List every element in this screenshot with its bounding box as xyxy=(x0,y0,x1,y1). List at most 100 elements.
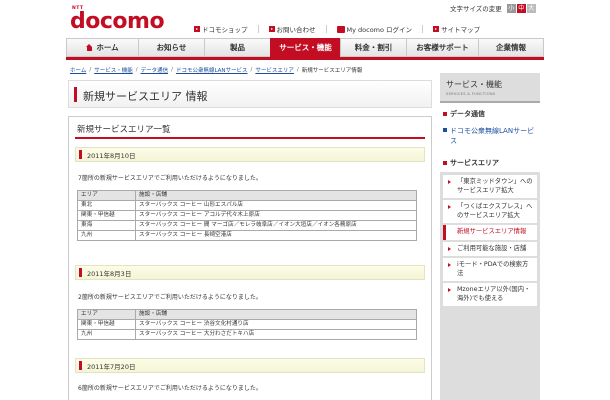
facility-cell: スターバックス コーヒー 間 マーゴ店／モレラ岐阜店／イオン大垣店／イオン各務原… xyxy=(135,220,417,231)
sidebar-section-area[interactable]: サービスエリア xyxy=(440,157,540,169)
font-size-small-button[interactable]: 小 xyxy=(506,3,516,13)
breadcrumb-separator: / xyxy=(296,67,299,73)
nav-tab-products[interactable]: 製品 xyxy=(204,38,270,57)
sidebar-item-label: 新規サービスエリア情報 xyxy=(457,228,527,235)
area-table: エリア 施設・店舗 東北 スターバックス コーヒー 山形エスパル店 関東・甲信越… xyxy=(77,190,417,241)
nav-tab-support[interactable]: お客様サポート xyxy=(406,38,478,57)
divider xyxy=(257,25,259,33)
sidebar-subtitle: SERVICES & FUNCTIONS xyxy=(446,92,496,96)
date-accent xyxy=(79,150,82,159)
facility-cell: スターバックス コーヒー 長崎空港店 xyxy=(135,230,417,241)
section-rule xyxy=(75,137,425,139)
entry-intro: 6箇所の新規サービスエリアでご利用いただけるようになりました。 xyxy=(78,385,262,392)
breadcrumb-separator: / xyxy=(171,67,173,73)
sidebar-item-mzone[interactable]: Mzoneエリア以外(国内・海外)でも使える xyxy=(443,283,537,306)
sidebar-header: サービス・機能 SERVICES & FUNCTIONS xyxy=(440,73,540,103)
sidebar-item-imode-search[interactable]: iモード・PDAでの検索方法 xyxy=(443,258,537,281)
breadcrumb-data[interactable]: データ通信 xyxy=(141,66,169,74)
nav-tab-corporate[interactable]: 企業情報 xyxy=(478,38,544,57)
square-bullet-icon xyxy=(443,112,447,116)
window-edge xyxy=(602,0,610,400)
facility-cell: スターバックス コーヒー 渋谷文化村通り店 xyxy=(135,319,417,330)
table-header-row: エリア 施設・店舗 xyxy=(77,190,417,201)
square-bullet-icon xyxy=(443,161,447,165)
font-size-medium-button[interactable]: 中 xyxy=(516,3,526,13)
nav-tab-home[interactable]: ホーム xyxy=(66,38,138,57)
chevron-right-icon xyxy=(448,180,451,184)
sidebar-item-label: 「つくばエクスプレス」へのサービスエリア拡大 xyxy=(457,203,533,219)
font-size-switcher: 文字サイズの変更 小 中 大 xyxy=(450,3,536,13)
nav-tab-news[interactable]: お知らせ xyxy=(138,38,204,57)
breadcrumb-separator: / xyxy=(135,67,138,73)
sidebar-item-facilities[interactable]: ご利用可能な施設・店舗 xyxy=(443,241,537,256)
table-row: 東北 スターバックス コーヒー 山形エスパル店 xyxy=(77,200,417,211)
breadcrumb-separator: / xyxy=(89,67,92,73)
global-nav: ホーム お知らせ 製品 サービス・機能 料金・割引 お客様サポート 企業情報 xyxy=(66,38,544,57)
area-cell: 九州 xyxy=(77,230,136,241)
breadcrumb-home[interactable]: ホーム xyxy=(70,66,86,74)
sidebar-item-label: 「東京ミッドタウン」へのサービスエリア拡大 xyxy=(457,178,533,194)
sidebar-item-midtown[interactable]: 「東京ミッドタウン」へのサービスエリア拡大 xyxy=(443,175,537,198)
contact-label: お問い合わせ xyxy=(276,26,316,34)
table-row: 関東・甲信越 スターバックス コーヒー アコルデ代々木上原店 xyxy=(77,210,417,221)
section-title: 新規サービスエリア一覧 xyxy=(77,125,171,135)
nav-tab-home-label: ホーム xyxy=(96,43,119,52)
site-header: NTT docomo 文字サイズの変更 小 中 大 ドコモショップ お問い合わせ… xyxy=(0,0,610,36)
nav-tab-services[interactable]: サービス・機能 xyxy=(270,38,340,57)
breadcrumb-services[interactable]: サービス・機能 xyxy=(94,66,133,74)
arrow-right-icon xyxy=(268,26,275,32)
date-accent xyxy=(79,361,82,370)
sidebar-section-data[interactable]: データ通信 xyxy=(440,108,540,120)
table-row: 東海 スターバックス コーヒー 間 マーゴ店／モレラ岐阜店／イオン大垣店／イオン… xyxy=(77,220,417,231)
column-header-facility: 施設・店舗 xyxy=(135,190,417,201)
sidebar-item-label: Mzoneエリア以外(国内・海外)でも使える xyxy=(457,286,531,302)
contact-link[interactable]: お問い合わせ xyxy=(268,24,316,34)
chevron-right-icon xyxy=(448,263,451,267)
table-header-row: エリア 施設・店舗 xyxy=(77,309,417,320)
font-size-large-button[interactable]: 大 xyxy=(526,3,536,13)
sidebar-section-wifi[interactable]: ドコモ公衆無線LANサービス xyxy=(440,126,540,152)
facility-cell: スターバックス コーヒー 大分わさだトキハ店 xyxy=(135,329,417,340)
sidebar-area-menu: 「東京ミッドタウン」へのサービスエリア拡大 「つくばエクスプレス」へのサービスエ… xyxy=(440,172,540,400)
sitemap-link[interactable]: サイトマップ xyxy=(433,24,480,34)
docomo-shop-label: ドコモショップ xyxy=(202,26,248,34)
column-header-area: エリア xyxy=(77,309,136,320)
sidebar-item-label: ご利用可能な施設・店舗 xyxy=(457,244,527,252)
arrow-right-icon xyxy=(194,26,200,32)
area-table: エリア 施設・店舗 関東・甲信越 スターバックス コーヒー 渋谷文化村通り店 九… xyxy=(77,309,417,340)
breadcrumb-area[interactable]: サービスエリア xyxy=(255,66,294,74)
arrow-right-icon xyxy=(433,26,440,32)
my-docomo-login-label: My docomo ログイン xyxy=(346,26,413,34)
area-cell: 東海 xyxy=(77,220,136,231)
entry-intro: 2箇所の新規サービスエリアでご利用いただけるようになりました。 xyxy=(78,294,262,301)
sidebar-section-wifi-label: ドコモ公衆無線LANサービス xyxy=(450,127,535,145)
nav-underline xyxy=(66,57,544,60)
breadcrumb-wifi[interactable]: ドコモ公衆無線LANサービス xyxy=(176,66,248,74)
date-text: 2011年7月20日 xyxy=(87,362,136,371)
utility-links: ドコモショップ お問い合わせ My docomo ログイン サイトマップ xyxy=(194,24,490,34)
my-docomo-login-link[interactable]: My docomo ログイン xyxy=(336,24,413,34)
docomo-logo[interactable]: NTT docomo xyxy=(70,6,165,34)
area-cell: 関東・甲信越 xyxy=(77,210,136,221)
area-list-panel: 新規サービスエリア一覧 2011年8月10日 7箇所の新規サービスエリアでご利用… xyxy=(68,116,432,400)
sidebar-item-new-areas[interactable]: 新規サービスエリア情報 xyxy=(443,225,537,240)
date-text: 2011年8月10日 xyxy=(87,151,136,160)
facility-cell: スターバックス コーヒー アコルデ代々木上原店 xyxy=(135,210,417,221)
area-cell: 九州 xyxy=(77,329,136,340)
square-bullet-icon xyxy=(443,128,447,132)
page-title-box: 新規サービスエリア 情報 xyxy=(68,80,432,108)
sidebar-item-tsukuba[interactable]: 「つくばエクスプレス」へのサービスエリア拡大 xyxy=(443,200,537,223)
nav-tab-pricing[interactable]: 料金・割引 xyxy=(340,38,406,57)
breadcrumb-current: 新規サービスエリア情報 xyxy=(301,68,363,74)
logo-docomo-text: docomo xyxy=(70,9,165,34)
area-cell: 東北 xyxy=(77,200,136,211)
column-header-facility: 施設・店舗 xyxy=(135,309,417,320)
title-accent-bar xyxy=(74,87,77,102)
divider xyxy=(422,25,424,33)
font-size-label: 文字サイズの変更 xyxy=(450,5,502,13)
facility-cell: スターバックス コーヒー 山形エスパル店 xyxy=(135,200,417,211)
docomo-shop-link[interactable]: ドコモショップ xyxy=(194,24,248,34)
sidebar-title: サービス・機能 xyxy=(446,80,502,89)
sitemap-label: サイトマップ xyxy=(441,26,481,34)
home-icon xyxy=(86,44,93,51)
